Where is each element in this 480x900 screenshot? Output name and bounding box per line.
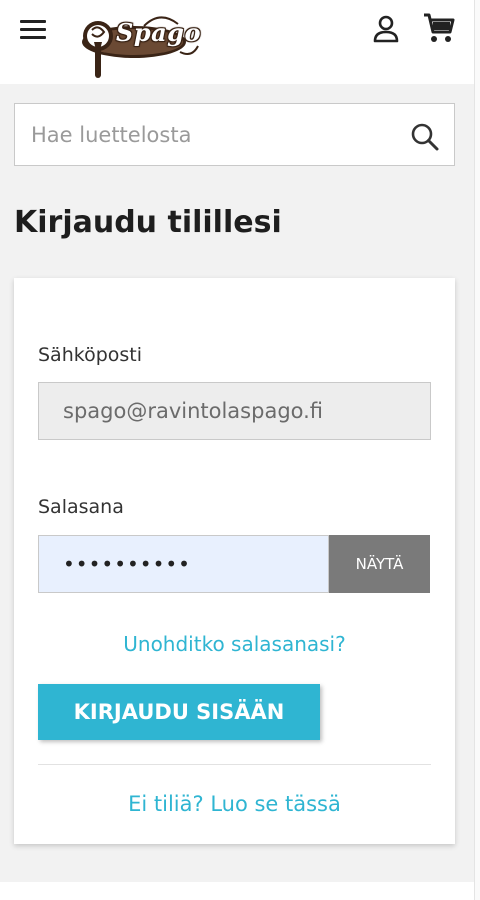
email-label: Sähköposti <box>38 344 143 366</box>
show-password-button[interactable]: NÄYTÄ <box>329 535 430 593</box>
footer-strip <box>0 882 474 900</box>
divider <box>38 764 431 765</box>
page-edge <box>474 0 480 900</box>
site-header: Spago <box>0 0 474 84</box>
shopping-cart-icon[interactable] <box>422 12 456 44</box>
spago-logo[interactable]: Spago <box>74 6 210 84</box>
password-label: Salasana <box>38 496 124 518</box>
email-field[interactable] <box>38 382 431 440</box>
search-input[interactable] <box>31 104 401 165</box>
user-icon[interactable] <box>372 14 400 44</box>
login-form-card: Sähköposti Salasana NÄYTÄ Unohditko sala… <box>14 278 455 844</box>
create-account-link[interactable]: Ei tiliä? Luo se tässä <box>38 792 431 816</box>
hamburger-menu-icon[interactable] <box>18 18 50 42</box>
login-button[interactable]: KIRJAUDU SISÄÄN <box>38 684 320 740</box>
page-title: Kirjaudu tilillesi <box>14 205 282 240</box>
password-field[interactable] <box>38 535 329 593</box>
search-icon[interactable] <box>410 122 440 152</box>
forgot-password-link[interactable]: Unohditko salasanasi? <box>38 632 431 656</box>
search-bar <box>14 103 455 166</box>
logo-text: Spago <box>116 18 201 47</box>
